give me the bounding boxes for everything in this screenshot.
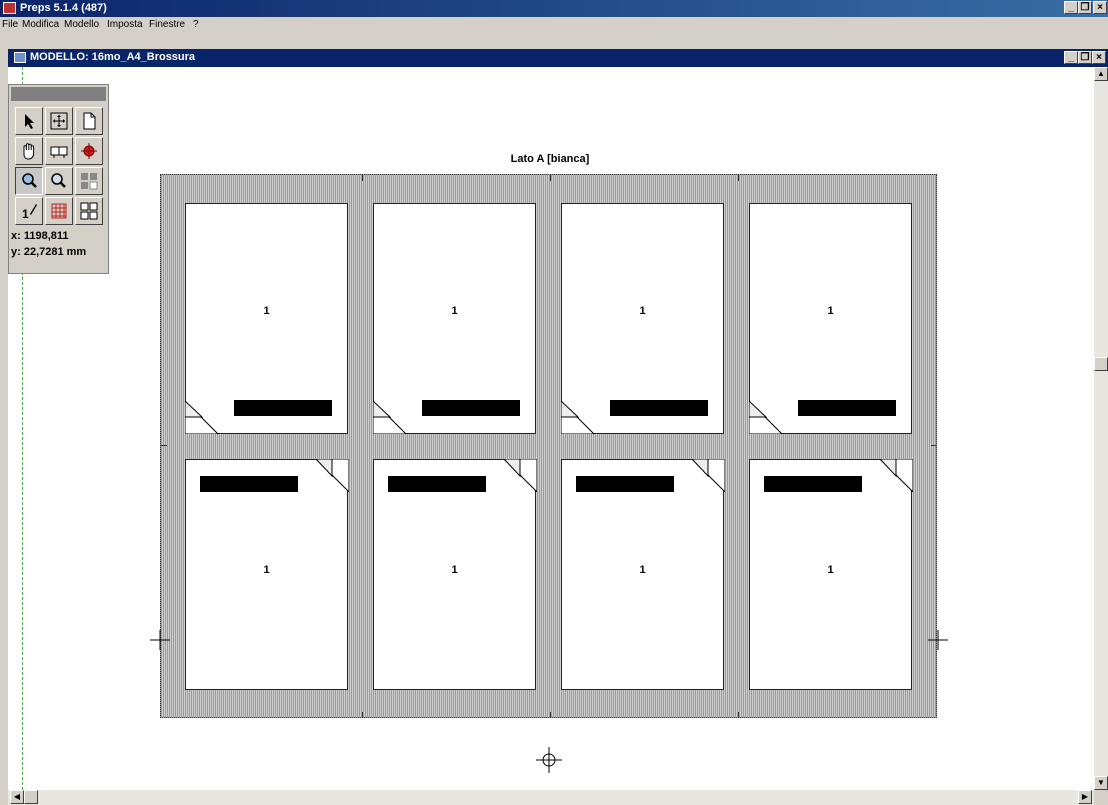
document-title: MODELLO: 16mo_A4_Brossura [30, 51, 196, 63]
horizontal-scrollbar[interactable]: ◀ ▶ [8, 790, 1094, 805]
page-number: 1 [263, 564, 270, 576]
page-curl-icon [504, 459, 537, 492]
page-curl-icon [316, 459, 349, 492]
zoom-out-icon[interactable] [45, 167, 73, 195]
gutter-icon[interactable] [75, 167, 103, 195]
grid-icon[interactable] [45, 197, 73, 225]
register-mark-icon[interactable] [75, 137, 103, 165]
x-coordinate: x: 1198,811 [11, 230, 69, 242]
page-curl-icon [373, 401, 406, 434]
menu-help[interactable]: ? [193, 19, 199, 30]
menu-imposta[interactable]: Imposta [107, 19, 143, 30]
color-bar [576, 476, 674, 492]
page-number: 1 [639, 564, 646, 576]
document-icon [14, 52, 26, 63]
zoom-in-icon[interactable] [15, 167, 43, 195]
page-5[interactable]: 1 [185, 459, 349, 690]
app-icon [3, 2, 16, 14]
step-repeat-icon[interactable] [75, 197, 103, 225]
page-number: 1 [263, 305, 270, 317]
trim-tick [550, 175, 551, 181]
page-3[interactable]: 1 [561, 203, 724, 434]
trim-tick [550, 712, 551, 718]
menu-modifica[interactable]: Modifica [22, 19, 59, 30]
vertical-scroll-thumb[interactable] [1094, 357, 1108, 371]
page-curl-icon [185, 401, 218, 434]
doc-close-button[interactable]: × [1092, 51, 1106, 64]
menu-file[interactable]: File [2, 19, 18, 30]
y-coordinate: y: 22,7281 mm [11, 246, 87, 258]
vertical-scrollbar[interactable]: ▲ ▼ [1094, 67, 1108, 790]
trim-tick [362, 175, 363, 181]
color-bar [200, 476, 298, 492]
app-title: Preps 5.1.4 (487) [20, 2, 107, 14]
page-number: 1 [451, 305, 458, 317]
color-bar [422, 400, 520, 416]
page-curl-icon [561, 401, 594, 434]
page-4[interactable]: 1 [749, 203, 912, 434]
register-mark [536, 747, 562, 773]
side-mark-right [928, 630, 948, 650]
doc-restore-button[interactable]: ❐ [1078, 51, 1092, 64]
restore-button[interactable]: ❐ [1078, 1, 1092, 14]
trim-tick [161, 445, 167, 446]
side-mark-left [150, 630, 170, 650]
sheet-title: Lato A [bianca] [510, 153, 590, 165]
page-curl-icon [692, 459, 725, 492]
page-number-icon[interactable]: 1 [15, 197, 43, 225]
menu-bar: File Modifica Modello Imposta Finestre ? [0, 17, 1108, 33]
scroll-right-icon[interactable]: ▶ [1078, 790, 1092, 804]
color-bar [798, 400, 896, 416]
close-button[interactable]: × [1093, 1, 1107, 14]
page-7[interactable]: 1 [561, 459, 725, 690]
arrow-select-icon[interactable] [15, 107, 43, 135]
move-icon[interactable] [45, 107, 73, 135]
press-sheet[interactable]: 1 1 1 1 1 1 1 1 [160, 174, 937, 718]
svg-text:1: 1 [22, 207, 29, 220]
menu-modello[interactable]: Modello [64, 19, 99, 30]
horizontal-scroll-thumb[interactable] [24, 790, 38, 804]
signature-icon[interactable] [45, 137, 73, 165]
trim-tick [931, 445, 937, 446]
trim-tick [362, 712, 363, 718]
page-number: 1 [451, 564, 458, 576]
page-1[interactable]: 1 [185, 203, 348, 434]
color-bar [764, 476, 862, 492]
color-bar [234, 400, 332, 416]
menu-finestre[interactable]: Finestre [149, 19, 185, 30]
color-bar [388, 476, 486, 492]
color-bar [610, 400, 708, 416]
page-curl-icon [749, 401, 782, 434]
scroll-up-icon[interactable]: ▲ [1094, 67, 1108, 81]
doc-minimize-button[interactable]: _ [1064, 51, 1078, 64]
scroll-left-icon[interactable]: ◀ [10, 790, 24, 804]
page-number: 1 [827, 305, 834, 317]
app-title-bar: Preps 5.1.4 (487) _ ❐ × [0, 0, 1108, 17]
page-number: 1 [639, 305, 646, 317]
tool-palette-header[interactable] [11, 87, 106, 101]
page-curl-icon [880, 459, 913, 492]
page-2[interactable]: 1 [373, 203, 536, 434]
page-icon[interactable] [75, 107, 103, 135]
scroll-down-icon[interactable]: ▼ [1094, 776, 1108, 790]
page-6[interactable]: 1 [373, 459, 537, 690]
trim-tick [738, 175, 739, 181]
page-8[interactable]: 1 [749, 459, 913, 690]
minimize-button[interactable]: _ [1064, 1, 1078, 14]
hand-icon[interactable] [15, 137, 43, 165]
page-number: 1 [827, 564, 834, 576]
tool-palette: 1 x: 1198,811 y: 22,7281 mm [8, 84, 109, 274]
trim-tick [738, 712, 739, 718]
document-title-bar: MODELLO: 16mo_A4_Brossura _ ❐ × [8, 49, 1108, 67]
